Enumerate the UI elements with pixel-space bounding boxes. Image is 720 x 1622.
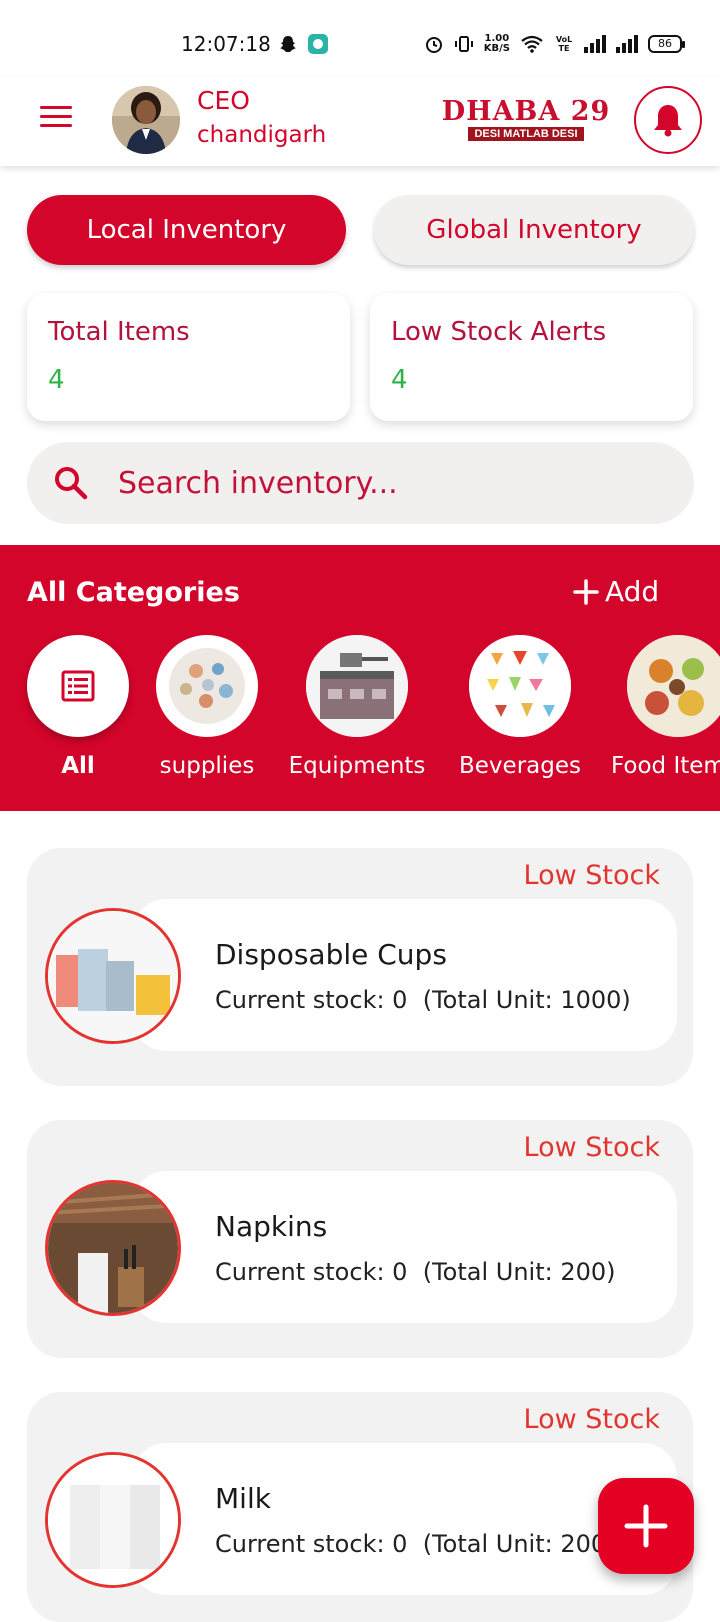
category-equipments-image — [306, 635, 408, 737]
avatar[interactable] — [112, 86, 180, 154]
net-speed: 1.00 KB/S — [484, 34, 510, 54]
category-food-image — [627, 635, 720, 737]
category-label: Beverages — [459, 753, 581, 779]
menu-icon[interactable] — [40, 106, 74, 136]
equipments-picture — [306, 635, 408, 737]
total-items-value: 4 — [48, 365, 65, 395]
low-stock-badge: Low Stock — [523, 860, 660, 891]
low-stock-alerts-card: Low Stock Alerts 4 — [370, 293, 693, 421]
categories-section: All Categories Add All supplies Equipmen… — [0, 545, 720, 811]
low-stock-alerts-value: 4 — [391, 365, 408, 395]
item-stock: Current stock: 0 (Total Unit: 200 — [215, 1530, 607, 1558]
plus-icon — [573, 578, 599, 605]
logo-tagline: DESI MATLAB DESI — [468, 127, 584, 141]
status-system-icons: 1.00 KB/S VoLTE 86 — [424, 34, 685, 54]
tab-local-inventory[interactable]: Local Inventory — [27, 195, 346, 265]
logo-text: DHABA 29 — [441, 96, 611, 127]
status-time: 12:07:18 — [181, 32, 271, 56]
item-stock: Current stock: 0 (Total Unit: 1000) — [215, 986, 631, 1014]
user-role: CEO — [197, 86, 250, 115]
low-stock-alerts-label: Low Stock Alerts — [391, 317, 607, 347]
add-category-button[interactable]: Add — [573, 575, 659, 608]
category-beverages[interactable]: Beverages — [455, 635, 585, 779]
inventory-card-body — [132, 899, 677, 1051]
category-supplies-image — [156, 635, 258, 737]
bell-icon — [654, 105, 682, 137]
item-name: Milk — [215, 1482, 271, 1515]
low-stock-badge: Low Stock — [523, 1132, 660, 1163]
napkins-picture — [48, 1183, 178, 1313]
item-thumbnail — [45, 1180, 181, 1316]
signal-icon-2 — [616, 35, 638, 53]
search-bar[interactable] — [27, 442, 694, 524]
add-category-label: Add — [605, 575, 660, 608]
volte-label: VoLTE — [555, 35, 573, 53]
inventory-card[interactable]: Low Stock Napkins Current stock: 0 (Tota… — [27, 1120, 693, 1358]
category-all-circle — [27, 635, 129, 737]
category-supplies[interactable]: supplies — [156, 635, 258, 779]
item-thumbnail — [45, 1452, 181, 1588]
plus-icon — [624, 1504, 668, 1548]
food-picture — [627, 635, 720, 737]
category-label: All — [61, 753, 95, 779]
search-icon — [55, 467, 88, 500]
total-items-label: Total Items — [48, 317, 190, 347]
item-stock: Current stock: 0 (Total Unit: 200) — [215, 1258, 616, 1286]
category-all[interactable]: All — [27, 635, 129, 779]
milk-picture — [48, 1455, 178, 1585]
signal-icon — [584, 35, 606, 53]
category-label: supplies — [159, 753, 255, 779]
list-icon — [61, 670, 95, 702]
category-equipments[interactable]: Equipments — [285, 635, 429, 779]
item-name: Disposable Cups — [215, 938, 447, 971]
snapchat-icon — [280, 36, 296, 52]
battery-icon: 86 — [648, 35, 685, 53]
inventory-card-body — [132, 1443, 677, 1595]
total-items-card: Total Items 4 — [27, 293, 350, 421]
status-bar: 12:07:18 1.00 KB/S VoLTE 86 — [0, 0, 720, 76]
net-speed-unit: KB/S — [483, 43, 510, 54]
user-city: chandigarh — [197, 122, 327, 148]
category-beverages-image — [469, 635, 571, 737]
item-name: Napkins — [215, 1210, 328, 1243]
supplies-picture — [169, 648, 245, 724]
alarm-icon — [425, 37, 442, 53]
low-stock-badge: Low Stock — [523, 1404, 660, 1435]
inventory-card-body — [132, 1171, 677, 1323]
inventory-card[interactable]: Low Stock Disposable Cups Current stock:… — [27, 848, 693, 1086]
search-input[interactable] — [118, 465, 638, 501]
category-label: Food Item — [611, 753, 720, 779]
notifications-button[interactable] — [634, 86, 702, 154]
tab-global-inventory[interactable]: Global Inventory — [374, 195, 694, 265]
categories-title: All Categories — [27, 577, 240, 608]
vibrate-icon — [454, 36, 473, 52]
brand-logo: DHABA 29 DESI MATLAB DESI — [438, 96, 614, 152]
cups-picture — [48, 911, 178, 1041]
message-icon — [308, 34, 328, 54]
item-thumbnail — [45, 908, 181, 1044]
beverages-picture — [469, 635, 571, 737]
add-item-button[interactable] — [598, 1478, 694, 1574]
avatar-illustration — [112, 86, 180, 154]
category-label: Equipments — [288, 753, 426, 779]
app-header: CEO chandigarh DHABA 29 DESI MATLAB DESI — [0, 76, 720, 166]
category-food-items[interactable]: Food Item — [611, 635, 720, 779]
status-notification-icons — [278, 34, 328, 54]
wifi-icon — [521, 35, 543, 53]
inventory-card[interactable]: Low Stock Milk Current stock: 0 (Total U… — [27, 1392, 693, 1622]
